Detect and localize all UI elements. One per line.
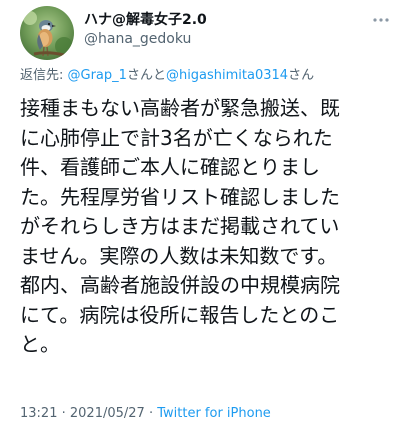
more-horizontal-icon[interactable] [366, 10, 396, 30]
tweet-time[interactable]: 13:21 [20, 406, 57, 421]
reply-to-line: 返信先: @Grap_1さんと@higashimita0314さん [20, 68, 314, 84]
tweet-body-line: がそれらしき方はまだ掲載されてい [20, 214, 340, 238]
author-handle[interactable]: @hana_gedoku [84, 30, 207, 49]
reply-mention-grap[interactable]: @Grap_1 [68, 68, 127, 83]
tweet-body-line: 件、看護師ご本人に確認とりまし [20, 155, 320, 179]
meta-separator: · [57, 406, 70, 421]
tweet-body-line: 都内、高齢者施設併設の中規模病院 [20, 273, 340, 297]
tweet-body-line: ません。実際の人数は未知数です。 [20, 243, 338, 268]
meta-separator: · [144, 406, 158, 421]
more-dots-glyph [373, 18, 389, 22]
reply-prefix: 返信先: [20, 68, 68, 83]
reply-suffix: さん [288, 68, 315, 83]
reply-connector: さんと [126, 68, 166, 83]
tweet-body-line: 接種まもない高齢者が緊急搬送、既 [20, 96, 340, 120]
tweet-meta: 13:21 · 2021/05/27 · Twitter for iPhone [20, 406, 271, 422]
reply-mention-higashimita[interactable]: @higashimita0314 [166, 68, 288, 83]
tweet-body: 接種まもない高齢者が緊急搬送、既 に心肺停止で計3名が亡くなられた 件、看護師ご… [20, 94, 392, 360]
tweet-body-line: にて。病院は役所に報告したとのこ [20, 302, 340, 327]
avatar[interactable] [20, 6, 74, 60]
author-block[interactable]: ハナ@解毒女子2.0 @hana_gedoku [84, 11, 207, 49]
tweet-body-line: に心肺停止で計3名が亡くなられた [20, 125, 333, 150]
tweet-source-link[interactable]: Twitter for iPhone [157, 406, 271, 421]
tweet-body-line: と。 [20, 332, 60, 356]
tweet-body-line: た。先程厚労省リスト確認しました [20, 184, 340, 209]
tweet-date[interactable]: 2021/05/27 [70, 406, 145, 421]
tweet: ハナ@解毒女子2.0 @hana_gedoku 返信先: @Grap_1さんと@… [0, 0, 406, 441]
author-display-name[interactable]: ハナ@解毒女子2.0 [84, 11, 207, 30]
avatar-image [20, 6, 74, 60]
